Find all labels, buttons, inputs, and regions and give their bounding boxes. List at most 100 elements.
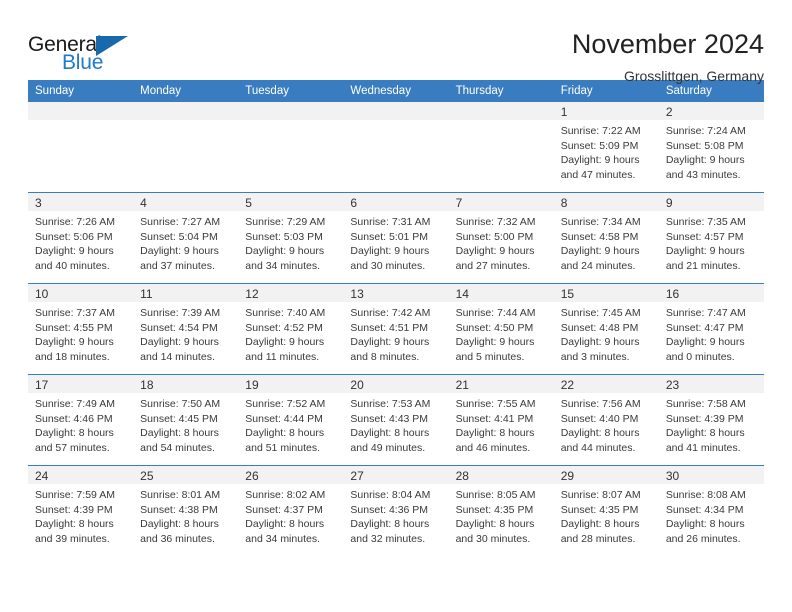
daylight-text-line2: and 36 minutes. xyxy=(140,532,215,545)
calendar-day-cell[interactable]: 26 Sunrise: 8:02 AM Sunset: 4:37 PM Dayligh… xyxy=(238,465,344,556)
calendar-day-cell[interactable]: 29 Sunrise: 8:07 AM Sunset: 4:35 PM Dayligh… xyxy=(553,465,659,556)
sunrise-text: Sunrise: 7:47 AM xyxy=(665,307,746,319)
day-details: Sunrise: 7:47 AM Sunset: 4:47 PM Daylight:… xyxy=(659,302,764,364)
daylight-text-line1: Daylight: 9 hours xyxy=(35,336,114,348)
day-number-band: 11 xyxy=(133,284,239,302)
day-cell: 10 Sunrise: 7:37 AM Sunset: 4:55 PM Dayligh… xyxy=(28,284,134,374)
daylight-text-line1: Daylight: 9 hours xyxy=(560,336,640,348)
sunset-text: Sunset: 4:39 PM xyxy=(665,412,744,425)
daylight-text-line1: Daylight: 9 hours xyxy=(665,336,745,348)
day-cell: 9 Sunrise: 7:35 AM Sunset: 4:57 PM Daylight… xyxy=(658,193,764,283)
calendar-day-cell[interactable]: 30 Sunrise: 8:08 AM Sunset: 4:34 PM Dayligh… xyxy=(658,465,764,556)
calendar-day-cell[interactable]: 8 Sunrise: 7:34 AM Sunset: 4:58 PM Daylight… xyxy=(553,192,659,284)
day-details: Sunrise: 8:02 AM Sunset: 4:37 PM Daylight:… xyxy=(238,484,343,546)
daylight-text-line2: and 57 minutes. xyxy=(35,441,110,454)
day-number-band: 25 xyxy=(133,466,239,484)
calendar-day-cell[interactable]: 17 Sunrise: 7:49 AM Sunset: 4:46 PM Dayligh… xyxy=(28,374,134,466)
calendar-day-cell[interactable]: 21 Sunrise: 7:55 AM Sunset: 4:41 PM Dayligh… xyxy=(448,374,554,466)
calendar-day-cell[interactable]: 18 Sunrise: 7:50 AM Sunset: 4:45 PM Dayligh… xyxy=(133,374,239,466)
day-number-band: 7 xyxy=(448,193,554,211)
day-number: 9 xyxy=(665,196,673,210)
calendar-day-cell[interactable]: 7 Sunrise: 7:32 AM Sunset: 5:00 PM Daylight… xyxy=(448,192,554,284)
day-details: Sunrise: 7:31 AM Sunset: 5:01 PM Daylight:… xyxy=(343,211,448,273)
calendar-day-cell[interactable]: 3 Sunrise: 7:26 AM Sunset: 5:06 PM Daylight… xyxy=(28,192,134,284)
day-number: 1 xyxy=(560,105,568,119)
calendar-day-cell[interactable]: 11 Sunrise: 7:39 AM Sunset: 4:54 PM Dayligh… xyxy=(133,283,239,375)
day-details: Sunrise: 7:56 AM Sunset: 4:40 PM Daylight:… xyxy=(554,393,659,455)
day-details: Sunrise: 7:34 AM Sunset: 4:58 PM Daylight:… xyxy=(554,211,659,273)
day-number: 2 xyxy=(665,105,673,119)
sunset-text: Sunset: 4:45 PM xyxy=(140,412,218,425)
day-number-band: 5 xyxy=(238,193,344,211)
daylight-text-line1: Daylight: 9 hours xyxy=(665,154,745,166)
day-number-band: 30 xyxy=(658,466,764,484)
calendar-day-cell[interactable]: 2 Sunrise: 7:24 AM Sunset: 5:08 PM Daylight… xyxy=(658,102,764,193)
calendar-day-cell[interactable]: 25 Sunrise: 8:01 AM Sunset: 4:38 PM Dayligh… xyxy=(133,465,239,556)
daylight-text-line1: Daylight: 9 hours xyxy=(140,336,219,348)
sunset-text: Sunset: 4:40 PM xyxy=(560,412,639,425)
calendar-day-cell[interactable]: 24 Sunrise: 7:59 AM Sunset: 4:39 PM Dayligh… xyxy=(28,465,134,556)
day-details: Sunrise: 7:35 AM Sunset: 4:57 PM Daylight:… xyxy=(659,211,764,273)
day-number: 8 xyxy=(560,196,568,210)
calendar-day-cell[interactable]: 10 Sunrise: 7:37 AM Sunset: 4:55 PM Dayligh… xyxy=(28,283,134,375)
sunset-text: Sunset: 4:48 PM xyxy=(560,321,639,334)
day-cell: 4 Sunrise: 7:27 AM Sunset: 5:04 PM Daylight… xyxy=(133,193,239,283)
sunset-text: Sunset: 4:35 PM xyxy=(455,503,534,516)
calendar-day-cell[interactable]: 15 Sunrise: 7:45 AM Sunset: 4:48 PM Dayligh… xyxy=(553,283,659,375)
daylight-text-line2: and 41 minutes. xyxy=(665,441,741,454)
day-cell: 19 Sunrise: 7:52 AM Sunset: 4:44 PM Dayligh… xyxy=(238,375,344,465)
daylight-text-line2: and 32 minutes. xyxy=(350,532,426,545)
day-number: 5 xyxy=(245,196,252,210)
general-blue-logo[interactable]: General Blue xyxy=(28,28,148,76)
sunrise-text: Sunrise: 7:52 AM xyxy=(245,398,326,410)
calendar-day-cell[interactable]: 9 Sunrise: 7:35 AM Sunset: 4:57 PM Daylight… xyxy=(658,192,764,284)
calendar-day-cell[interactable]: 19 Sunrise: 7:52 AM Sunset: 4:44 PM Dayligh… xyxy=(238,374,344,466)
sunset-text: Sunset: 4:38 PM xyxy=(140,503,218,516)
daylight-text-line1: Daylight: 9 hours xyxy=(455,245,535,257)
daylight-text-line2: and 11 minutes. xyxy=(245,350,320,363)
calendar-day-cell[interactable]: 5 Sunrise: 7:29 AM Sunset: 5:03 PM Daylight… xyxy=(238,192,344,284)
page-header: General Blue November 2024 Grosslittgen,… xyxy=(28,0,764,84)
calendar-day-cell[interactable]: 20 Sunrise: 7:53 AM Sunset: 4:43 PM Dayligh… xyxy=(343,374,449,466)
daylight-text-line1: Daylight: 8 hours xyxy=(560,427,640,439)
calendar-day-cell[interactable]: 14 Sunrise: 7:44 AM Sunset: 4:50 PM Dayligh… xyxy=(448,283,554,375)
day-details: Sunrise: 7:37 AM Sunset: 4:55 PM Daylight:… xyxy=(28,302,133,364)
sunrise-text: Sunrise: 7:22 AM xyxy=(560,125,641,137)
sunset-text: Sunset: 5:00 PM xyxy=(455,230,534,243)
calendar-day-cell[interactable]: 27 Sunrise: 8:04 AM Sunset: 4:36 PM Dayligh… xyxy=(343,465,449,556)
daylight-text-line1: Daylight: 8 hours xyxy=(455,427,535,439)
day-number: 27 xyxy=(350,469,364,483)
day-number: 16 xyxy=(665,287,680,301)
day-cell: 20 Sunrise: 7:53 AM Sunset: 4:43 PM Dayligh… xyxy=(343,375,449,465)
sunrise-text: Sunrise: 7:56 AM xyxy=(560,398,641,410)
calendar-day-cell[interactable]: 22 Sunrise: 7:56 AM Sunset: 4:40 PM Dayligh… xyxy=(553,374,659,466)
day-cell: 16 Sunrise: 7:47 AM Sunset: 4:47 PM Dayligh… xyxy=(658,284,764,374)
day-cell: 24 Sunrise: 7:59 AM Sunset: 4:39 PM Dayligh… xyxy=(28,466,134,556)
day-number: 23 xyxy=(665,378,680,392)
day-number-band: 23 xyxy=(658,375,764,393)
day-details: Sunrise: 7:42 AM Sunset: 4:51 PM Daylight:… xyxy=(343,302,448,364)
daylight-text-line1: Daylight: 9 hours xyxy=(245,336,325,348)
day-details: Sunrise: 7:45 AM Sunset: 4:48 PM Daylight:… xyxy=(554,302,659,364)
sunset-text: Sunset: 4:34 PM xyxy=(665,503,744,516)
calendar-day-cell[interactable]: 4 Sunrise: 7:27 AM Sunset: 5:04 PM Daylight… xyxy=(133,192,239,284)
page-subtitle-location: Grosslittgen, Germany xyxy=(623,68,764,84)
calendar-day-cell xyxy=(343,102,449,193)
day-number-band: 10 xyxy=(28,284,134,302)
calendar-day-cell[interactable]: 12 Sunrise: 7:40 AM Sunset: 4:52 PM Dayligh… xyxy=(238,283,344,375)
calendar-day-cell[interactable]: 28 Sunrise: 8:05 AM Sunset: 4:35 PM Dayligh… xyxy=(448,465,554,556)
calendar-day-cell[interactable]: 1 Sunrise: 7:22 AM Sunset: 5:09 PM Daylight… xyxy=(553,102,659,193)
weekday-header-tuesday: Tuesday xyxy=(238,80,344,102)
day-number-band: 22 xyxy=(553,375,659,393)
calendar-day-cell[interactable]: 16 Sunrise: 7:47 AM Sunset: 4:47 PM Dayligh… xyxy=(658,283,764,375)
day-number-band: 20 xyxy=(343,375,449,393)
calendar-day-cell[interactable]: 23 Sunrise: 7:58 AM Sunset: 4:39 PM Dayligh… xyxy=(658,374,764,466)
day-cell: 5 Sunrise: 7:29 AM Sunset: 5:03 PM Daylight… xyxy=(238,193,344,283)
calendar-day-cell[interactable]: 13 Sunrise: 7:42 AM Sunset: 4:51 PM Dayligh… xyxy=(343,283,449,375)
sunrise-text: Sunrise: 7:59 AM xyxy=(35,489,115,501)
day-cell: 18 Sunrise: 7:50 AM Sunset: 4:45 PM Dayligh… xyxy=(133,375,239,465)
calendar-day-cell[interactable]: 6 Sunrise: 7:31 AM Sunset: 5:01 PM Daylight… xyxy=(343,192,449,284)
weekday-header-wednesday: Wednesday xyxy=(343,80,449,102)
daylight-text-line2: and 43 minutes. xyxy=(665,168,741,181)
sunrise-text: Sunrise: 7:37 AM xyxy=(35,307,115,319)
